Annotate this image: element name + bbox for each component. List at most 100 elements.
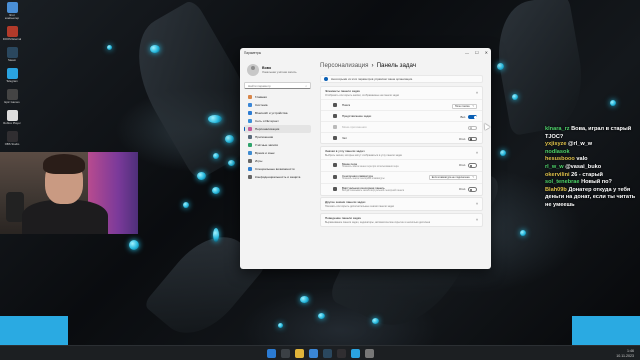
setting-description: Показать значок сенсорной клавиатуры [342, 178, 385, 180]
minimize-button[interactable]: — [465, 50, 469, 55]
toggle-switch[interactable] [468, 163, 477, 168]
sidebar-item[interactable]: Приложения [244, 133, 311, 141]
window-controls: — ☐ ✕ [465, 50, 488, 55]
overlay-block-left [0, 316, 68, 346]
info-icon [324, 77, 328, 81]
chat-text: valo [576, 156, 588, 163]
water-drop [300, 296, 309, 303]
page-title: Панель задач [376, 62, 417, 69]
chat-username: sol_tenebrae [545, 179, 580, 186]
setting-control: Откл. [459, 163, 477, 168]
settings-taskbar-icon[interactable] [364, 348, 374, 358]
sidebar-item[interactable]: Персонализация [244, 125, 311, 133]
toggle-switch[interactable] [468, 187, 477, 192]
setting-row: Представление задач Вкл. [321, 110, 482, 121]
section-header[interactable]: Элементы панели задач Отобразить или скры… [321, 87, 482, 99]
setting-icon [333, 187, 337, 191]
section-header[interactable]: Поведение панели задач Выравнивание панел… [321, 214, 482, 226]
steam-taskbar-icon[interactable] [322, 348, 332, 358]
edge-icon[interactable] [308, 348, 318, 358]
search-taskbar-icon[interactable] [280, 348, 290, 358]
chat-username: yxjisyze [545, 141, 567, 148]
section-header[interactable]: Другие значки панели задач Показать или с… [321, 198, 482, 210]
chevron-down-icon: ˅ [472, 176, 474, 179]
water-drop [150, 45, 160, 53]
water-drop [228, 160, 235, 166]
water-drop [497, 63, 504, 70]
section-subtitle: Выбрать значки, которые могут отображать… [325, 153, 403, 157]
system-clock[interactable]: 1:46 10.11.2023 [616, 349, 634, 358]
toggle-switch[interactable] [468, 114, 477, 119]
setting-row: Поиск Поле поиска ˅ [321, 99, 482, 110]
sidebar-item[interactable]: Система [244, 101, 311, 109]
settings-section: Элементы панели задач Отобразить или скры… [320, 86, 483, 144]
desktop-icon[interactable]: Roblox Player [2, 110, 22, 125]
wifi-icon [248, 119, 252, 123]
setting-control: Вкл. [460, 114, 477, 119]
setting-control [466, 125, 477, 130]
sidebar-item[interactable]: Сеть и Интернет [244, 117, 311, 125]
chat-text: @rl_w_w [568, 141, 593, 148]
account-type: Локальная учётная запись [262, 70, 297, 74]
chevron-up-icon[interactable]: ˄ [476, 151, 478, 155]
desktop-icon-label: Epic Games [4, 100, 20, 104]
account-card[interactable]: Вово Локальная учётная запись [247, 64, 311, 76]
desktop-icon[interactable]: DOOM Eternal [2, 26, 22, 41]
dropdown-value: Поле поиска [454, 104, 470, 108]
sidebar-item[interactable]: Конфиденциальность и защита [244, 173, 311, 181]
telegram-taskbar-icon[interactable] [350, 348, 360, 358]
water-drop [129, 240, 139, 250]
section-title: Поведение панели задач [325, 215, 362, 220]
breadcrumb: Персонализация › Панель задач [320, 62, 483, 69]
sidebar-item[interactable]: Bluetooth и устройства [244, 109, 311, 117]
desktop-icon[interactable]: Telegram [2, 68, 22, 83]
setting-dropdown[interactable]: Поле поиска ˅ [451, 103, 477, 109]
settings-sidebar: Вово Локальная учётная запись Найти пара… [240, 57, 315, 269]
section-title: Значки в углу панели задач [325, 148, 365, 153]
file-explorer-icon[interactable] [294, 348, 304, 358]
gamepad-icon [248, 159, 252, 163]
section-header[interactable]: Значки в углу панели задач Выбрать значки… [321, 147, 482, 159]
desktop-icon[interactable]: Этот компьютер [2, 2, 22, 20]
chat-text: Новый по? [581, 179, 612, 186]
toggle-state-label: Вкл. [460, 114, 466, 119]
breadcrumb-parent[interactable]: Персонализация [320, 62, 369, 69]
desktop-icon[interactable]: Epic Games [2, 89, 22, 104]
sidebar-item[interactable]: Учётные записи [244, 141, 311, 149]
obs-taskbar-icon[interactable] [336, 348, 346, 358]
sidebar-item[interactable]: Специальные возможности [244, 165, 311, 173]
breadcrumb-separator: › [371, 62, 374, 69]
desktop-app-icon [6, 68, 18, 79]
sidebar-item[interactable]: Главная [244, 93, 311, 101]
sidebar-item-label: Персонализация [255, 127, 280, 131]
wallpaper-leaf [489, 0, 591, 136]
desktop-icon[interactable]: Steam [2, 47, 22, 62]
setting-label: Поиск [342, 103, 351, 107]
settings-section: Поведение панели задач Выравнивание панел… [320, 212, 483, 227]
settings-section: Другие значки панели задач Показать или с… [320, 197, 483, 211]
chevron-down-icon[interactable]: ˅ [476, 218, 478, 222]
maximize-button[interactable]: ☐ [475, 50, 479, 55]
toggle-switch[interactable] [468, 136, 477, 141]
search-icon: ⌕ [305, 83, 307, 88]
water-drop [372, 318, 379, 324]
sidebar-item[interactable]: Игры [244, 157, 311, 165]
window-titlebar[interactable]: Параметры [240, 48, 491, 57]
start-icon[interactable] [266, 348, 276, 358]
setting-dropdown[interactable]: Если клавиатура не подключена ˅ [428, 175, 477, 180]
search-input[interactable]: Найти параметр ⌕ [244, 82, 311, 89]
chevron-up-icon[interactable]: ˄ [476, 91, 478, 95]
desktop-icon[interactable]: OBS Studio [2, 131, 22, 146]
water-drop [318, 313, 325, 319]
setting-row: Меню пера Показать значок меню пера при и… [321, 158, 482, 171]
chat-text: 26 - старый [571, 171, 603, 178]
setting-icon [333, 103, 337, 107]
window-title: Параметры [244, 50, 261, 55]
chevron-down-icon[interactable]: ˅ [476, 202, 478, 206]
settings-window: Параметры — ☐ ✕ Вово Локальная учётная з… [240, 48, 491, 269]
bluetooth-icon [248, 111, 252, 115]
close-button[interactable]: ✕ [485, 50, 488, 55]
setting-description: Показать значок меню пера при использова… [342, 166, 399, 168]
sidebar-nav: Главная Система Bluetooth и устройства Сеть… [244, 93, 311, 181]
sidebar-item[interactable]: Время и язык [244, 149, 311, 157]
